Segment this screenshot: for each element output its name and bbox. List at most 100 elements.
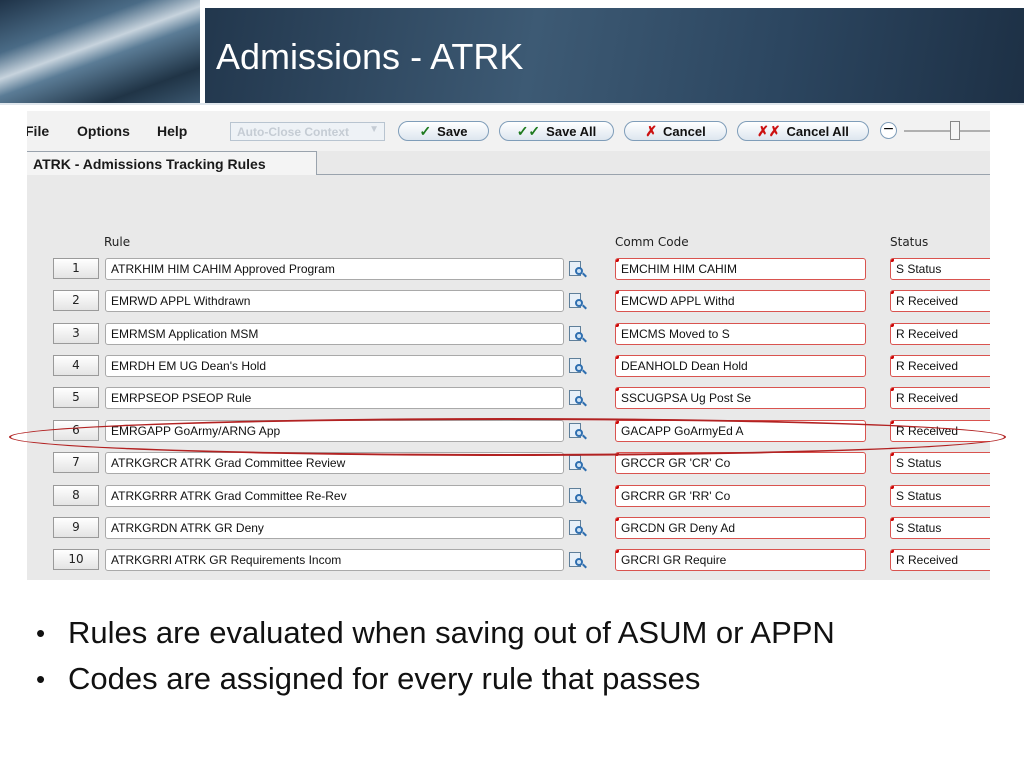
rule-field[interactable]: ATRKGRRI ATRK GR Requirements Incom — [105, 549, 564, 571]
status-field[interactable]: R Received — [890, 549, 990, 571]
required-marker — [616, 486, 619, 489]
status-value: R Received — [896, 294, 959, 308]
lookup-icon[interactable] — [568, 551, 587, 569]
rule-field[interactable]: ATRKGRDN ATRK GR Deny — [105, 517, 564, 539]
cancel-button[interactable]: ✗ Cancel — [624, 121, 727, 141]
zoom-slider-track[interactable] — [904, 130, 990, 132]
comm-code-field[interactable]: DEANHOLD Dean Hold — [615, 355, 866, 377]
table-row: 5 EMRPSEOP PSEOP Rule SSCUGPSA Ug Post Se R… — [27, 384, 990, 416]
status-field[interactable]: R Received — [890, 290, 990, 312]
row-number-button[interactable]: 8 — [53, 485, 99, 506]
required-marker — [891, 324, 894, 327]
auto-close-context-select[interactable]: Auto-Close Context ▼ — [230, 122, 385, 141]
rule-field[interactable]: EMRDH EM UG Dean's Hold — [105, 355, 564, 377]
comm-code-value: GRCCR GR 'CR' Co — [621, 456, 731, 470]
status-field[interactable]: R Received — [890, 387, 990, 409]
lookup-icon[interactable] — [568, 454, 587, 472]
rule-field[interactable]: EMRMSM Application MSM — [105, 323, 564, 345]
rule-field[interactable]: ATRKHIM HIM CAHIM Approved Program — [105, 258, 564, 280]
status-field[interactable]: R Received — [890, 323, 990, 345]
required-marker — [616, 421, 619, 424]
rule-field[interactable]: EMRWD APPL Withdrawn — [105, 290, 564, 312]
tab-admissions-tracking-rules[interactable]: ATRK - Admissions Tracking Rules — [27, 151, 317, 175]
comm-code-field[interactable]: EMCHIM HIM CAHIM — [615, 258, 866, 280]
comm-code-field[interactable]: EMCWD APPL Withd — [615, 290, 866, 312]
rule-field[interactable]: EMRGAPP GoArmy/ARNG App — [105, 420, 564, 442]
row-number-button[interactable]: 2 — [53, 290, 99, 311]
required-marker — [616, 259, 619, 262]
comm-code-field[interactable]: EMCMS Moved to S — [615, 323, 866, 345]
menu-help[interactable]: Help — [157, 123, 187, 139]
required-marker — [891, 388, 894, 391]
header-decoration-image — [0, 0, 200, 103]
lookup-icon[interactable] — [568, 487, 587, 505]
row-number-button[interactable]: 1 — [53, 258, 99, 279]
comm-code-value: DEANHOLD Dean Hold — [621, 359, 748, 373]
status-field[interactable]: R Received — [890, 355, 990, 377]
bullet-text: Rules are evaluated when saving out of A… — [68, 615, 835, 650]
rule-field[interactable]: ATRKGRCR ATRK Grad Committee Review — [105, 452, 564, 474]
comm-code-value: GACAPP GoArmyEd A — [621, 424, 744, 438]
lookup-icon[interactable] — [568, 519, 587, 537]
status-value: R Received — [896, 391, 959, 405]
status-value: R Received — [896, 327, 959, 341]
table-row: 7 ATRKGRCR ATRK Grad Committee Review GRCC… — [27, 449, 990, 481]
row-number-button[interactable]: 7 — [53, 452, 99, 473]
status-field[interactable]: S Status — [890, 258, 990, 280]
lookup-icon[interactable] — [568, 260, 587, 278]
cancel-all-button[interactable]: ✗✗ Cancel All — [737, 121, 869, 141]
comm-code-field[interactable]: GRCRI GR Require — [615, 549, 866, 571]
row-number-button[interactable]: 6 — [53, 420, 99, 441]
bullet-dot: • — [36, 664, 46, 694]
comm-code-field[interactable]: GACAPP GoArmyEd A — [615, 420, 866, 442]
required-marker — [891, 453, 894, 456]
menu-file[interactable]: File — [27, 123, 49, 139]
row-number-button[interactable]: 4 — [53, 355, 99, 376]
bullet-dot: • — [36, 618, 46, 648]
status-field[interactable]: R Received — [890, 420, 990, 442]
table-row: 4 EMRDH EM UG Dean's Hold DEANHOLD Dean Ho… — [27, 352, 990, 384]
row-number-button[interactable]: 10 — [53, 549, 99, 570]
save-all-button[interactable]: ✓✓ Save All — [499, 121, 614, 141]
status-field[interactable]: S Status — [890, 452, 990, 474]
row-number-button[interactable]: 9 — [53, 517, 99, 538]
check-icon: ✓ — [419, 122, 432, 139]
comm-code-field[interactable]: GRCRR GR 'RR' Co — [615, 485, 866, 507]
column-header-comm-code: Comm Code — [615, 235, 689, 249]
status-field[interactable]: S Status — [890, 517, 990, 539]
comm-code-field[interactable]: GRCCR GR 'CR' Co — [615, 452, 866, 474]
comm-code-value: EMCWD APPL Withd — [621, 294, 735, 308]
row-number-button[interactable]: 3 — [53, 323, 99, 344]
lookup-icon[interactable] — [568, 422, 587, 440]
required-marker — [616, 550, 619, 553]
zoom-out-button[interactable]: − — [880, 122, 897, 139]
lookup-icon[interactable] — [568, 389, 587, 407]
save-button[interactable]: ✓ Save — [398, 121, 489, 141]
lookup-icon[interactable] — [568, 357, 587, 375]
lookup-icon[interactable] — [568, 292, 587, 310]
x-icon: ✗ — [645, 122, 658, 139]
cancel-button-label: Cancel — [663, 123, 706, 139]
comm-code-value: GRCRR GR 'RR' Co — [621, 489, 731, 503]
comm-code-field[interactable]: SSCUGPSA Ug Post Se — [615, 387, 866, 409]
context-select-value: Auto-Close Context — [237, 125, 349, 139]
lookup-icon[interactable] — [568, 325, 587, 343]
comm-code-field[interactable]: GRCDN GR Deny Ad — [615, 517, 866, 539]
table-row: 1 ATRKHIM HIM CAHIM Approved Program EMCHI… — [27, 255, 990, 287]
comm-code-value: SSCUGPSA Ug Post Se — [621, 391, 752, 405]
rule-field[interactable]: EMRPSEOP PSEOP Rule — [105, 387, 564, 409]
status-value: R Received — [896, 424, 959, 438]
menu-options[interactable]: Options — [77, 123, 130, 139]
status-value: S Status — [896, 521, 942, 535]
comm-code-value: EMCHIM HIM CAHIM — [621, 262, 737, 276]
rule-field[interactable]: ATRKGRRR ATRK Grad Committee Re-Rev — [105, 485, 564, 507]
row-number-button[interactable]: 5 — [53, 387, 99, 408]
bullet-list: • Rules are evaluated when saving out of… — [36, 610, 835, 702]
comm-code-value: GRCRI GR Require — [621, 553, 727, 567]
zoom-slider-thumb[interactable] — [950, 121, 960, 140]
status-value: S Status — [896, 456, 942, 470]
required-marker — [616, 453, 619, 456]
status-value: R Received — [896, 553, 959, 567]
status-field[interactable]: S Status — [890, 485, 990, 507]
required-marker — [616, 291, 619, 294]
